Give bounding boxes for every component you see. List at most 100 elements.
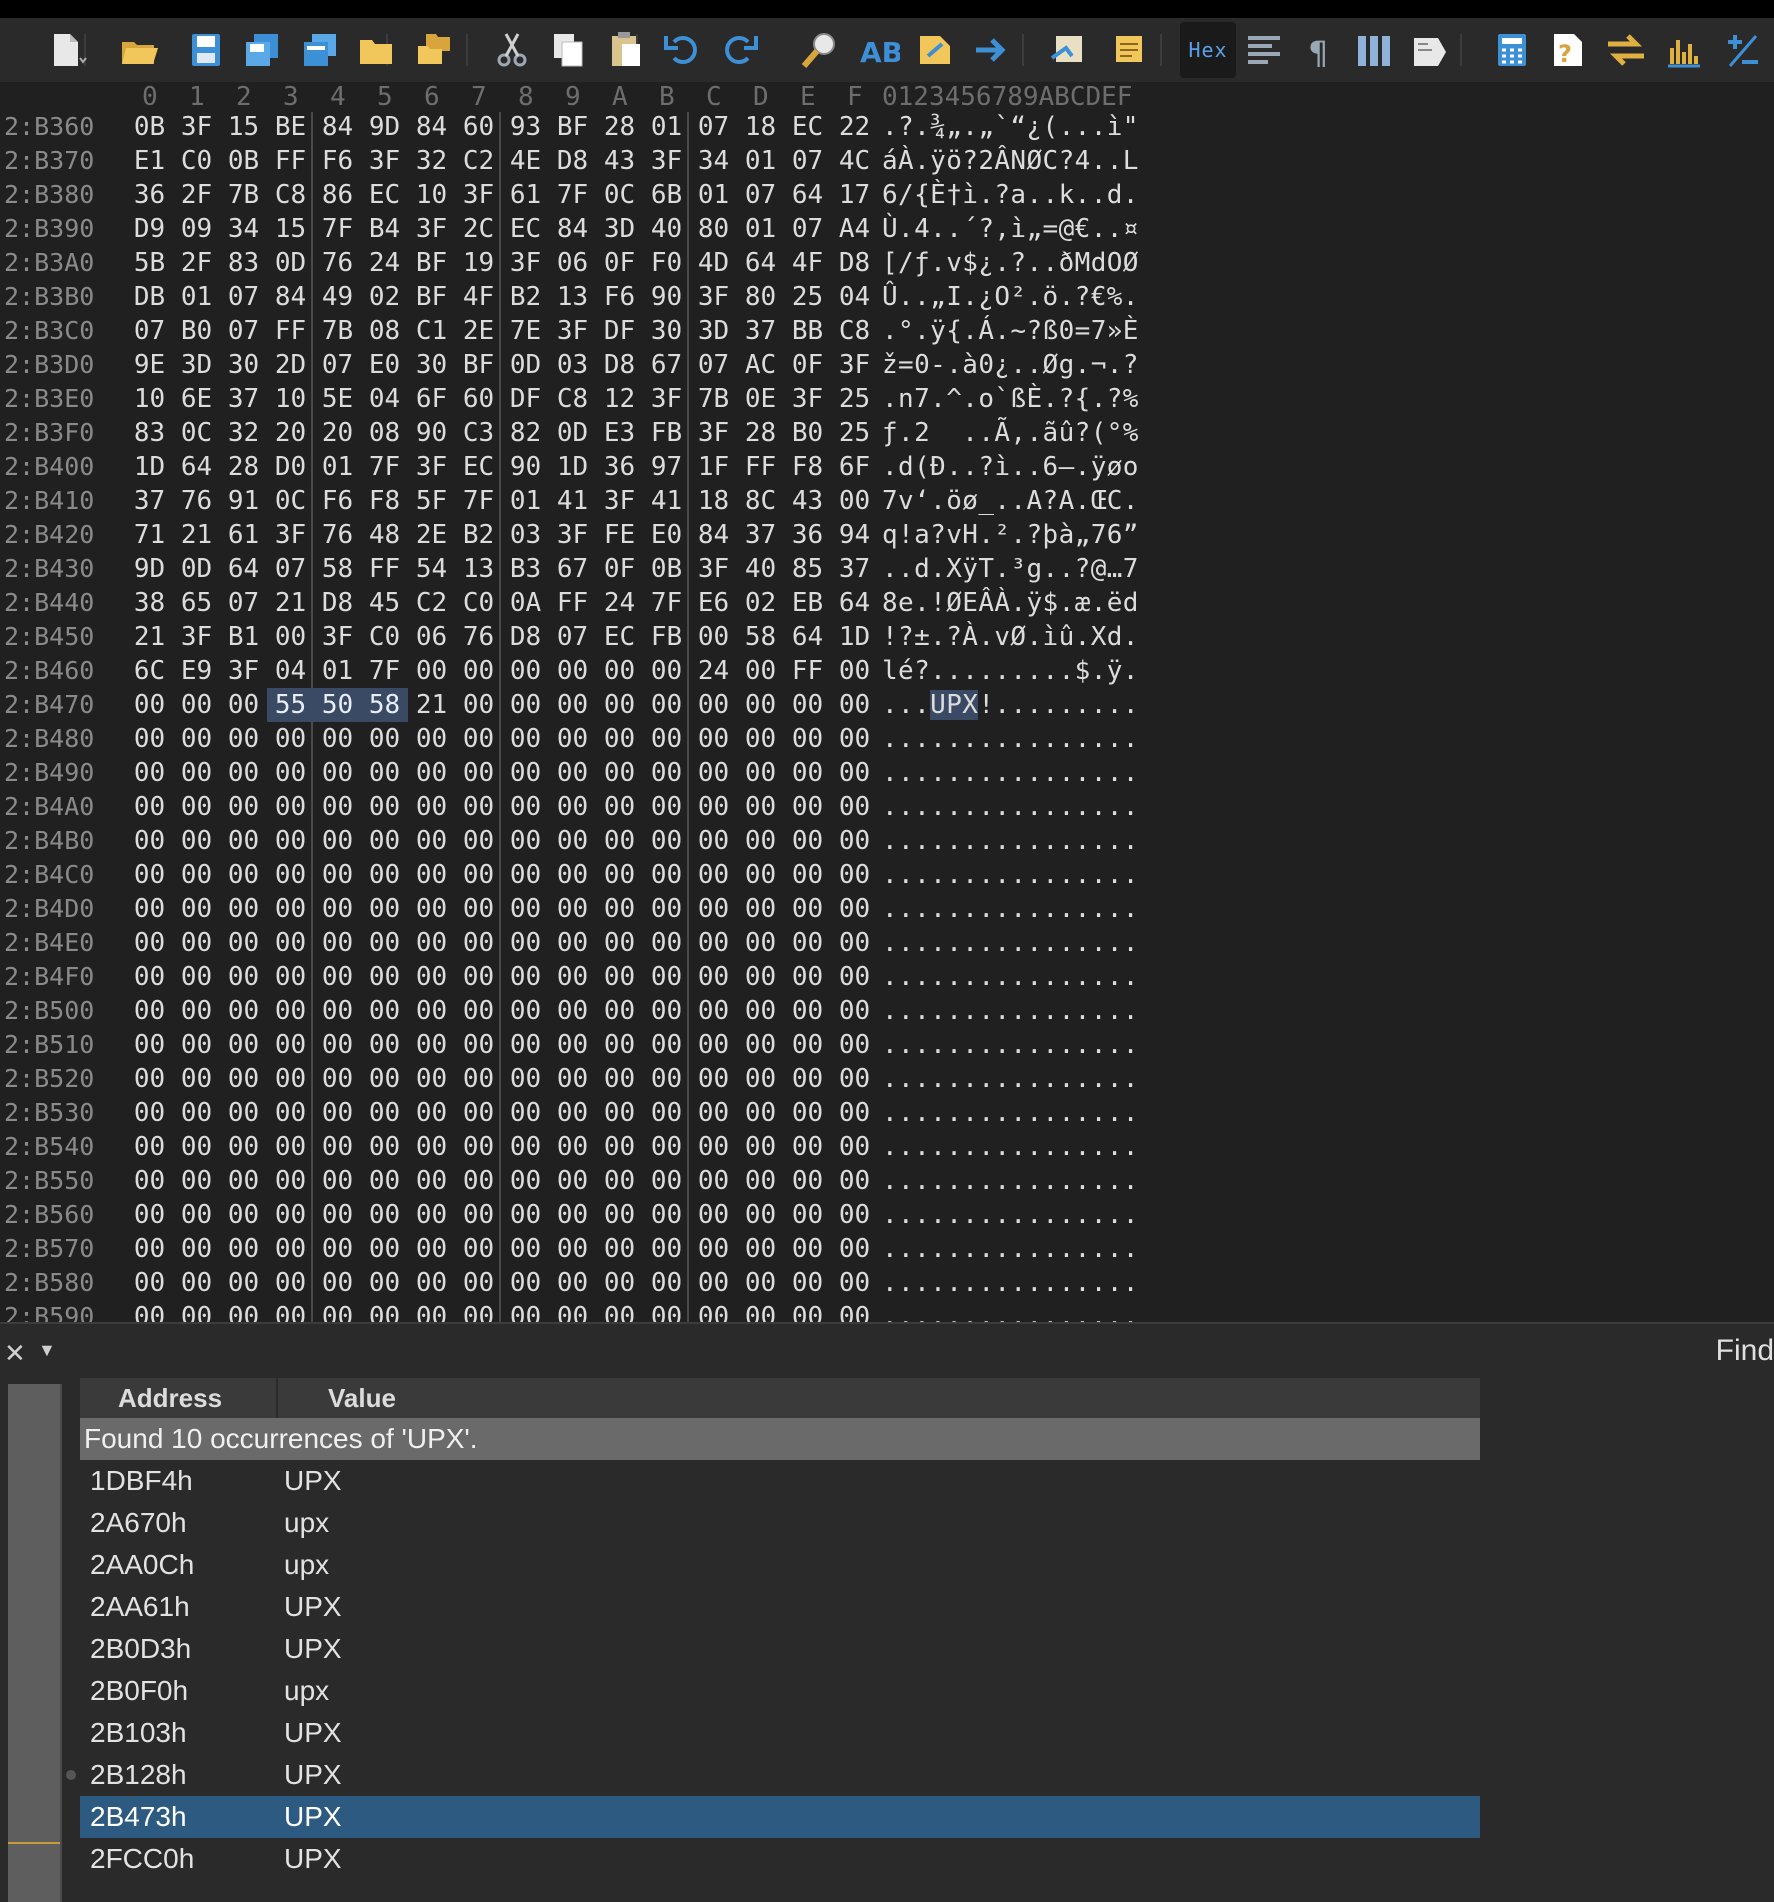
hex-byte[interactable]: A4 <box>831 212 878 246</box>
hex-byte[interactable]: 00 <box>690 994 737 1028</box>
hex-byte[interactable]: 07 <box>126 314 173 348</box>
hex-byte[interactable]: 00 <box>784 1232 831 1266</box>
hex-byte[interactable]: 00 <box>502 926 549 960</box>
ascii-text[interactable]: ................ <box>882 1028 1139 1062</box>
hex-byte[interactable]: B2 <box>502 280 549 314</box>
hex-byte[interactable]: 00 <box>690 1266 737 1300</box>
hex-byte[interactable]: 00 <box>784 1062 831 1096</box>
plus-minus-icon[interactable] <box>1720 28 1764 72</box>
hex-byte[interactable]: 00 <box>737 688 784 722</box>
hex-byte[interactable]: 36 <box>126 178 173 212</box>
hex-byte[interactable]: 67 <box>643 348 690 382</box>
hex-byte[interactable]: 00 <box>455 994 502 1028</box>
hex-byte[interactable]: 0D <box>173 552 220 586</box>
hex-byte[interactable]: 00 <box>596 1198 643 1232</box>
redo-icon[interactable] <box>718 28 762 72</box>
hex-byte[interactable]: B3 <box>502 552 549 586</box>
hex-byte[interactable]: 00 <box>643 654 690 688</box>
hex-byte[interactable]: 00 <box>596 1096 643 1130</box>
hex-byte[interactable]: 37 <box>737 314 784 348</box>
hex-byte[interactable]: 6C <box>126 654 173 688</box>
hex-byte[interactable]: 00 <box>690 1198 737 1232</box>
hex-byte[interactable]: 00 <box>549 688 596 722</box>
hex-byte[interactable]: 00 <box>690 620 737 654</box>
hex-byte[interactable]: 00 <box>361 1130 408 1164</box>
hex-byte[interactable]: F8 <box>361 484 408 518</box>
hex-byte[interactable]: 00 <box>408 654 455 688</box>
hex-byte[interactable]: 00 <box>314 1198 361 1232</box>
hex-byte[interactable]: 07 <box>267 552 314 586</box>
hex-byte[interactable]: 00 <box>549 1232 596 1266</box>
hex-byte[interactable]: 00 <box>502 1232 549 1266</box>
hex-byte[interactable]: 00 <box>408 1198 455 1232</box>
pilcrow-icon[interactable]: ¶ <box>1298 28 1342 72</box>
hex-byte[interactable]: 13 <box>455 552 502 586</box>
hex-byte[interactable]: 21 <box>173 518 220 552</box>
hex-byte[interactable]: 00 <box>502 654 549 688</box>
hex-byte[interactable]: 00 <box>596 790 643 824</box>
hex-byte[interactable]: 0B <box>126 110 173 144</box>
hex-byte[interactable]: 00 <box>173 1062 220 1096</box>
hex-byte[interactable]: 3D <box>173 348 220 382</box>
hex-byte[interactable]: 01 <box>314 654 361 688</box>
hex-byte[interactable]: 00 <box>737 654 784 688</box>
hex-byte[interactable]: 00 <box>220 688 267 722</box>
hex-byte[interactable]: 00 <box>314 1266 361 1300</box>
hex-byte[interactable]: 00 <box>549 824 596 858</box>
hex-byte[interactable]: 00 <box>831 824 878 858</box>
hex-byte[interactable]: 00 <box>267 960 314 994</box>
hex-byte[interactable]: 18 <box>737 110 784 144</box>
hex-byte[interactable]: D8 <box>502 620 549 654</box>
hex-byte[interactable]: 00 <box>549 1164 596 1198</box>
hex-byte[interactable]: C8 <box>549 382 596 416</box>
hex-byte[interactable]: 4F <box>455 280 502 314</box>
hex-byte[interactable]: 83 <box>126 416 173 450</box>
ascii-text[interactable]: ................ <box>882 1096 1139 1130</box>
hex-byte[interactable]: 01 <box>314 450 361 484</box>
hex-byte[interactable]: 10 <box>267 382 314 416</box>
hex-byte[interactable]: 76 <box>314 246 361 280</box>
hex-byte[interactable]: 64 <box>173 450 220 484</box>
hex-byte[interactable]: 00 <box>220 1096 267 1130</box>
swap-icon[interactable] <box>1604 28 1648 72</box>
hex-byte[interactable]: C1 <box>408 314 455 348</box>
hex-byte[interactable]: 00 <box>737 926 784 960</box>
hex-byte[interactable]: 06 <box>408 620 455 654</box>
hex-byte[interactable]: 00 <box>173 722 220 756</box>
hex-byte[interactable]: D8 <box>831 246 878 280</box>
hex-byte[interactable]: 9D <box>361 110 408 144</box>
hex-byte[interactable]: 3F <box>314 620 361 654</box>
hex-byte[interactable]: 1D <box>126 450 173 484</box>
hex-byte[interactable]: 8C <box>737 484 784 518</box>
hex-byte[interactable]: 00 <box>173 790 220 824</box>
hex-byte[interactable]: 00 <box>173 892 220 926</box>
hex-byte[interactable]: 18 <box>690 484 737 518</box>
hex-byte[interactable]: 00 <box>690 960 737 994</box>
hex-byte[interactable]: 00 <box>690 1028 737 1062</box>
hex-byte[interactable]: 00 <box>267 1198 314 1232</box>
hex-byte[interactable]: 40 <box>643 212 690 246</box>
hex-byte[interactable]: 00 <box>596 892 643 926</box>
hex-byte[interactable]: 00 <box>408 790 455 824</box>
hex-byte[interactable]: 41 <box>549 484 596 518</box>
hex-byte[interactable]: 61 <box>220 518 267 552</box>
result-row[interactable]: 2B0D3h UPX <box>80 1628 1480 1670</box>
hex-byte[interactable]: 00 <box>173 688 220 722</box>
hex-byte[interactable]: DF <box>596 314 643 348</box>
hex-byte[interactable]: 00 <box>220 1130 267 1164</box>
hex-byte[interactable]: 00 <box>408 1130 455 1164</box>
hex-byte[interactable]: 00 <box>220 892 267 926</box>
hex-byte[interactable]: 00 <box>784 926 831 960</box>
hex-byte[interactable]: 00 <box>596 960 643 994</box>
hex-byte[interactable]: 00 <box>596 1266 643 1300</box>
hex-byte[interactable]: 00 <box>784 756 831 790</box>
hex-byte[interactable]: 58 <box>314 552 361 586</box>
hex-byte[interactable]: 00 <box>314 1130 361 1164</box>
calculator-icon[interactable] <box>1490 28 1534 72</box>
hex-byte[interactable]: 48 <box>361 518 408 552</box>
hex-byte[interactable]: 01 <box>502 484 549 518</box>
hex-byte[interactable]: 10 <box>408 178 455 212</box>
hex-byte[interactable]: 00 <box>737 960 784 994</box>
hex-byte[interactable]: 03 <box>549 348 596 382</box>
hex-byte[interactable]: 00 <box>831 1164 878 1198</box>
